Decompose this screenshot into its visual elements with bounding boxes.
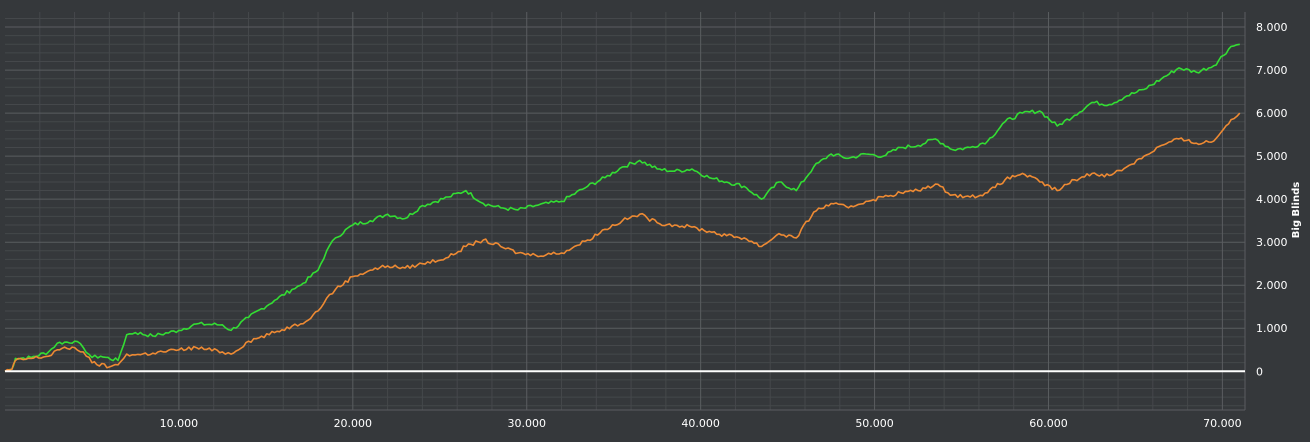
y-tick-label: 4.000: [1256, 193, 1288, 206]
y-tick-label: 3.000: [1256, 236, 1288, 249]
y-tick-label: 6.000: [1256, 107, 1288, 120]
x-tick-label: 20.000: [334, 417, 373, 430]
y-tick-label: 8.000: [1256, 21, 1288, 34]
y-tick-label: 7.000: [1256, 64, 1288, 77]
y-tick-label: 0: [1256, 365, 1263, 378]
y-tick-label: 1.000: [1256, 322, 1288, 335]
x-tick-label: 60.000: [1029, 417, 1068, 430]
chart-area: 10.000 20.000 30.000 40.000 50.000 60.000 70.0…: [0, 0, 1310, 438]
x-tick-label: 10.000: [160, 417, 199, 430]
x-tick-label: 30.000: [507, 417, 546, 430]
y-axis-label: Big Blinds: [1291, 182, 1302, 238]
x-tick-label: 50.000: [855, 417, 894, 430]
y-tick-label: 5.000: [1256, 150, 1288, 163]
y-axis-ticks: 0 1.000 2.000 3.000 4.000 5.000 6.000 7.000 8.00…: [1256, 21, 1288, 378]
y-tick-label: 2.000: [1256, 279, 1288, 292]
x-tick-label: 70.000: [1203, 417, 1242, 430]
x-tick-label: 40.000: [681, 417, 720, 430]
chart-background: [0, 0, 1310, 438]
line-chart: 10.000 20.000 30.000 40.000 50.000 60.000 70.0…: [0, 0, 1310, 438]
